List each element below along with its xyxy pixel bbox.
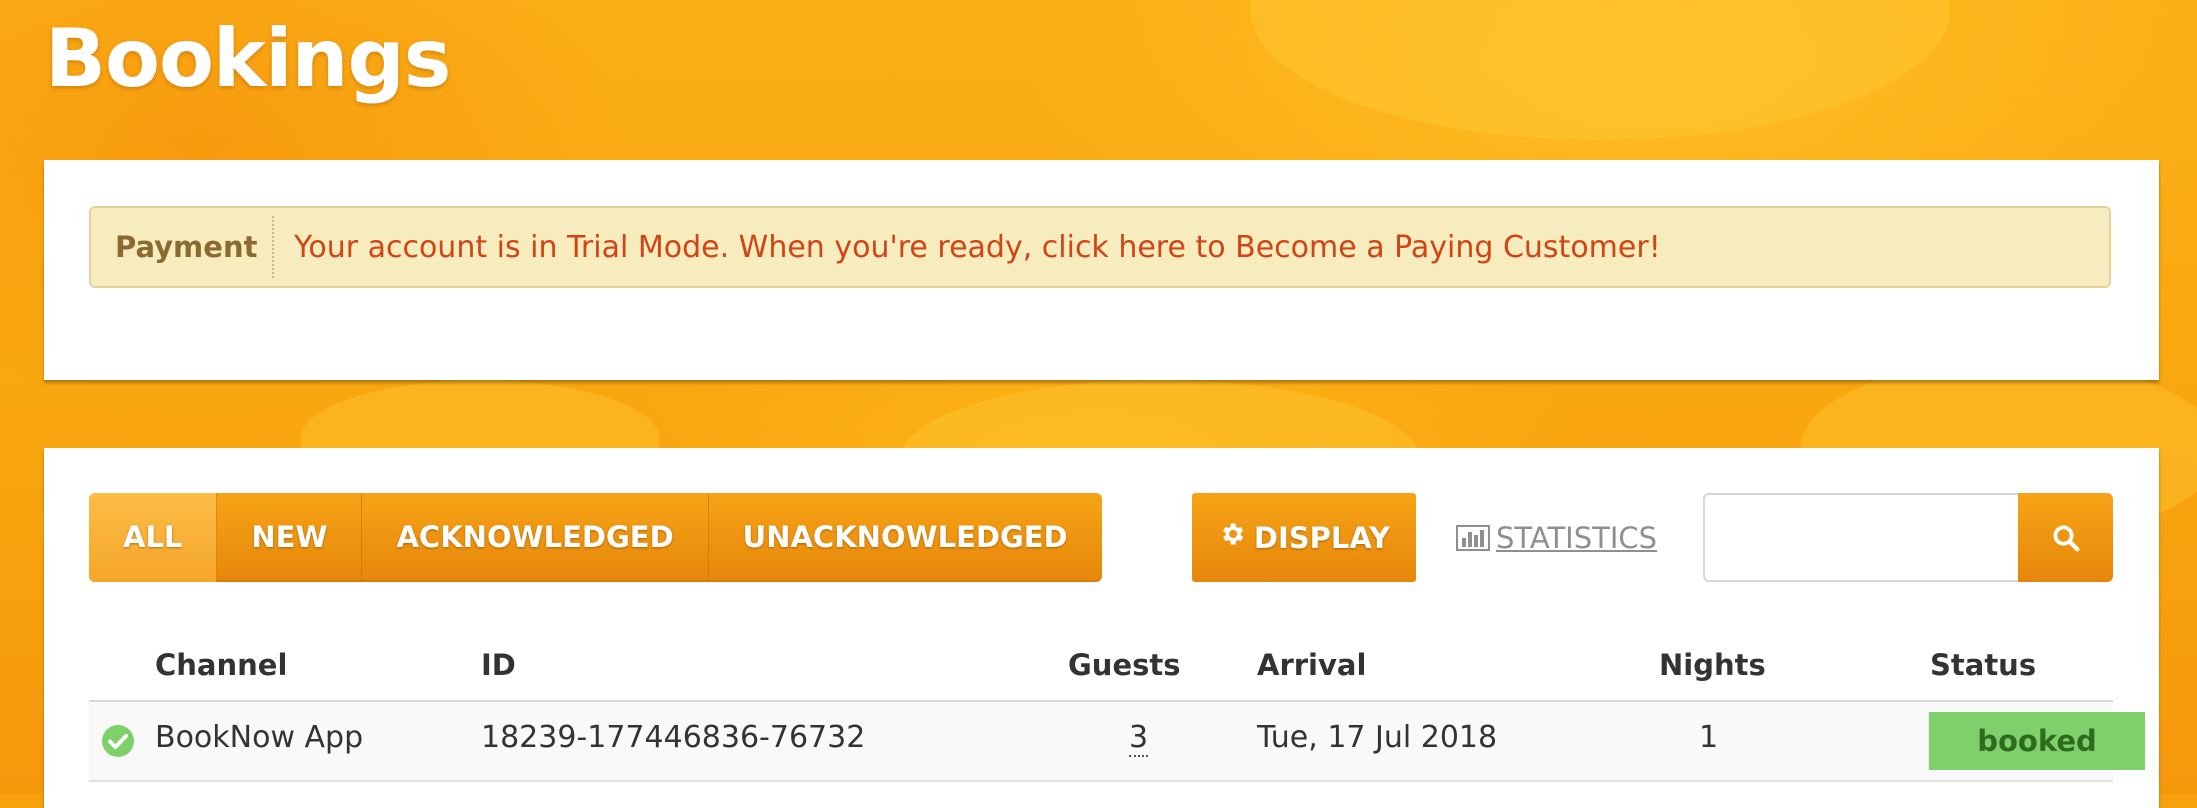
trial-alert: Payment Your account is in Trial Mode. W… [89,206,2111,288]
tab-new[interactable]: NEW [217,493,363,582]
search-input[interactable] [1703,493,2018,582]
col-guests[interactable]: Guests [1068,648,1181,682]
table-row[interactable]: BookNow App 18239-177446836-76732 3 Tue,… [89,702,2145,782]
cell-arrival: Tue, 17 Jul 2018 [1257,720,1498,755]
statistics-link-label: STATISTICS [1496,520,1658,555]
bar-chart-icon [1456,524,1490,551]
col-arrival[interactable]: Arrival [1257,648,1366,682]
status-badge: booked [1929,712,2145,770]
check-circle-icon [102,725,134,757]
cell-channel: BookNow App [155,720,364,755]
col-nights[interactable]: Nights [1659,648,1766,682]
display-button-label: DISPLAY [1253,520,1391,555]
tab-unacknowledged[interactable]: UNACKNOWLEDGED [709,493,1102,582]
gear-icon [1218,520,1246,556]
col-id[interactable]: ID [481,648,516,682]
bookings-panel: ALL NEW ACKNOWLEDGED UNACKNOWLEDGED DISP… [44,448,2159,808]
search-icon [2053,525,2079,551]
alert-label: Payment [91,216,274,278]
filter-tabs: ALL NEW ACKNOWLEDGED UNACKNOWLEDGED [89,493,1102,582]
display-button[interactable]: DISPLAY [1192,493,1416,582]
notification-panel: Payment Your account is in Trial Mode. W… [44,160,2159,380]
statistics-link[interactable]: STATISTICS [1456,493,1657,582]
tab-all[interactable]: ALL [89,493,218,582]
bookings-table: Channel ID Guests Arrival Nights Status … [89,638,2145,782]
cell-nights: 1 [1699,720,1719,755]
page-title: Bookings [45,12,451,105]
col-status[interactable]: Status [1930,648,2036,682]
cell-guests[interactable]: 3 [1129,720,1149,757]
table-header: Channel ID Guests Arrival Nights Status [89,638,2113,702]
search-button[interactable] [2018,493,2113,582]
col-channel[interactable]: Channel [155,648,287,682]
cell-id: 18239-177446836-76732 [481,720,866,755]
become-paying-customer-link[interactable]: Your account is in Trial Mode. When you'… [274,230,1661,265]
tab-acknowledged[interactable]: ACKNOWLEDGED [362,493,709,582]
